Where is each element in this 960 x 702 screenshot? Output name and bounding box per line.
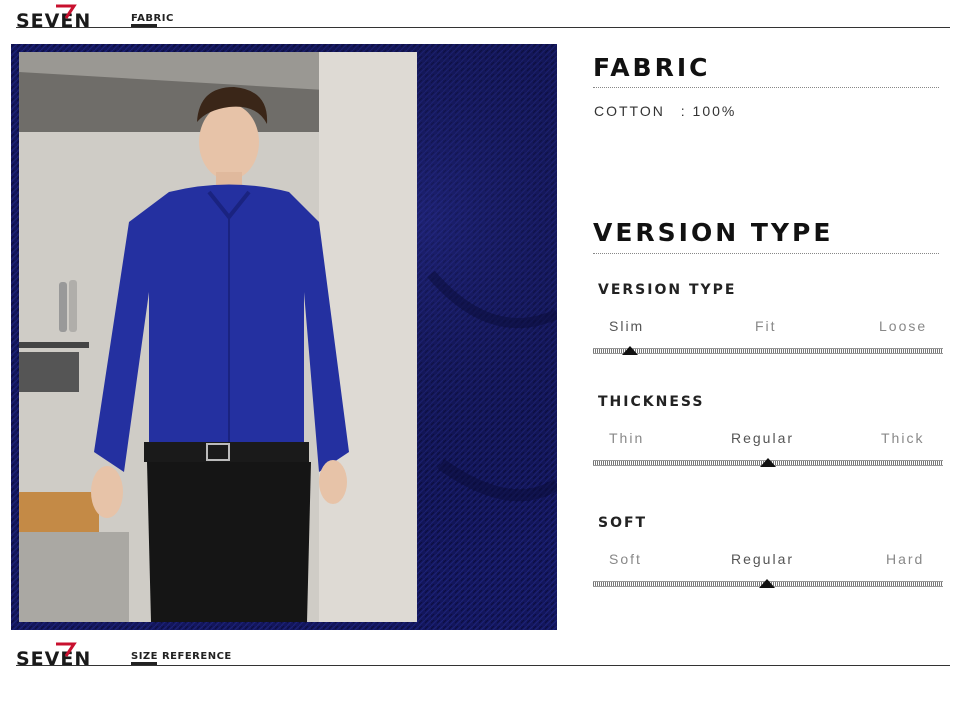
svg-text:SEVEN: SEVEN xyxy=(16,10,91,32)
fabric-percentage: 100% xyxy=(692,103,737,119)
scale-bar-version xyxy=(593,348,943,354)
scale-option-slim: Slim xyxy=(609,318,645,334)
scale-option-thin: Thin xyxy=(609,430,645,446)
divider xyxy=(593,253,939,254)
scale-option-thick: Thick xyxy=(881,430,925,446)
selected-marker-icon xyxy=(622,346,638,355)
version-heading: VERSION TYPE xyxy=(593,218,834,247)
scale-option-soft: Soft xyxy=(609,551,642,567)
header-size-reference: SEVEN SIZE REFERENCE xyxy=(0,640,960,670)
attr-title-soft: SOFT xyxy=(598,515,648,531)
selected-marker-icon xyxy=(759,579,775,588)
fabric-heading: FABRIC xyxy=(593,53,711,82)
model-photo xyxy=(19,52,417,622)
attr-title-thickness: THICKNESS xyxy=(598,394,705,410)
scale-option-loose: Loose xyxy=(879,318,928,334)
scale-option-hard: Hard xyxy=(886,551,925,567)
fabric-composition: COTTON : 100% xyxy=(594,103,736,119)
section-tag-fabric: FABRIC xyxy=(131,13,174,24)
header-fabric: SEVEN FABRIC xyxy=(0,2,960,32)
attr-title-version: VERSION TYPE xyxy=(598,282,737,298)
scale-option-regular: Regular xyxy=(731,430,795,446)
scale-option-regular: Regular xyxy=(731,551,795,567)
divider xyxy=(593,87,939,88)
selected-marker-icon xyxy=(760,458,776,467)
scale-option-fit: Fit xyxy=(755,318,777,334)
fabric-material: COTTON xyxy=(594,103,665,119)
section-tag-size: SIZE REFERENCE xyxy=(131,651,232,662)
fabric-separator: : xyxy=(680,103,687,119)
header-rule xyxy=(16,665,950,666)
svg-text:SEVEN: SEVEN xyxy=(16,648,91,670)
product-photo-panel xyxy=(11,44,557,630)
header-rule xyxy=(16,27,950,28)
